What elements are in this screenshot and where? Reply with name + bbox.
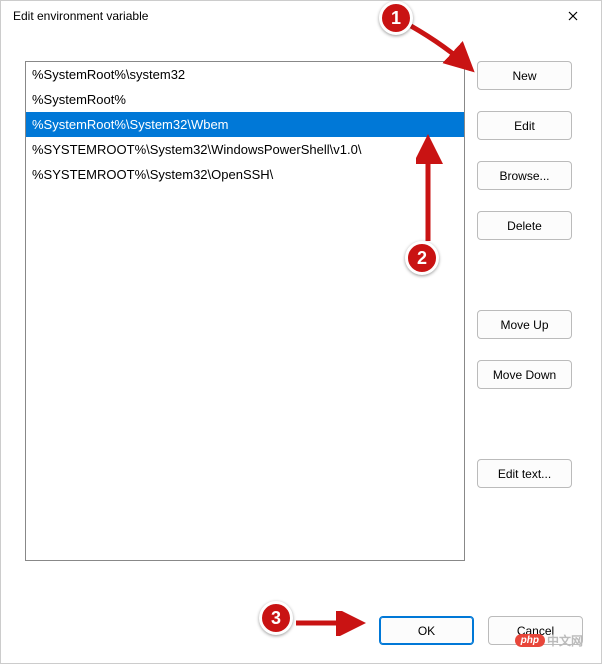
browse-button[interactable]: Browse...: [477, 161, 572, 190]
edit-text-button[interactable]: Edit text...: [477, 459, 572, 488]
content-area: %SystemRoot%\system32 %SystemRoot% %Syst…: [1, 31, 601, 579]
annotation-arrow-3: [291, 611, 371, 636]
cancel-button[interactable]: Cancel: [488, 616, 583, 645]
annotation-arrow-2: [416, 131, 446, 246]
dialog-window: Edit environment variable %SystemRoot%\s…: [0, 0, 602, 664]
annotation-arrow-1: [406, 21, 486, 81]
list-item[interactable]: %SystemRoot%\system32: [26, 62, 464, 87]
annotation-badge-1: 1: [379, 1, 413, 35]
annotation-badge-3: 3: [259, 601, 293, 635]
move-up-button[interactable]: Move Up: [477, 310, 572, 339]
path-listbox[interactable]: %SystemRoot%\system32 %SystemRoot% %Syst…: [25, 61, 465, 561]
button-sidebar: New Edit Browse... Delete Move Up Move D…: [477, 61, 572, 561]
ok-button[interactable]: OK: [379, 616, 474, 645]
close-icon: [568, 9, 578, 24]
list-item[interactable]: %SYSTEMROOT%\System32\WindowsPowerShell\…: [26, 137, 464, 162]
annotation-badge-2: 2: [405, 241, 439, 275]
dialog-footer: OK Cancel: [379, 616, 583, 645]
edit-button[interactable]: Edit: [477, 111, 572, 140]
list-item[interactable]: %SYSTEMROOT%\System32\OpenSSH\: [26, 162, 464, 187]
window-title: Edit environment variable: [13, 9, 148, 23]
titlebar: Edit environment variable: [1, 1, 601, 31]
delete-button[interactable]: Delete: [477, 211, 572, 240]
new-button[interactable]: New: [477, 61, 572, 90]
list-item-selected[interactable]: %SystemRoot%\System32\Wbem: [26, 112, 464, 137]
close-button[interactable]: [555, 4, 591, 28]
move-down-button[interactable]: Move Down: [477, 360, 572, 389]
list-item[interactable]: %SystemRoot%: [26, 87, 464, 112]
